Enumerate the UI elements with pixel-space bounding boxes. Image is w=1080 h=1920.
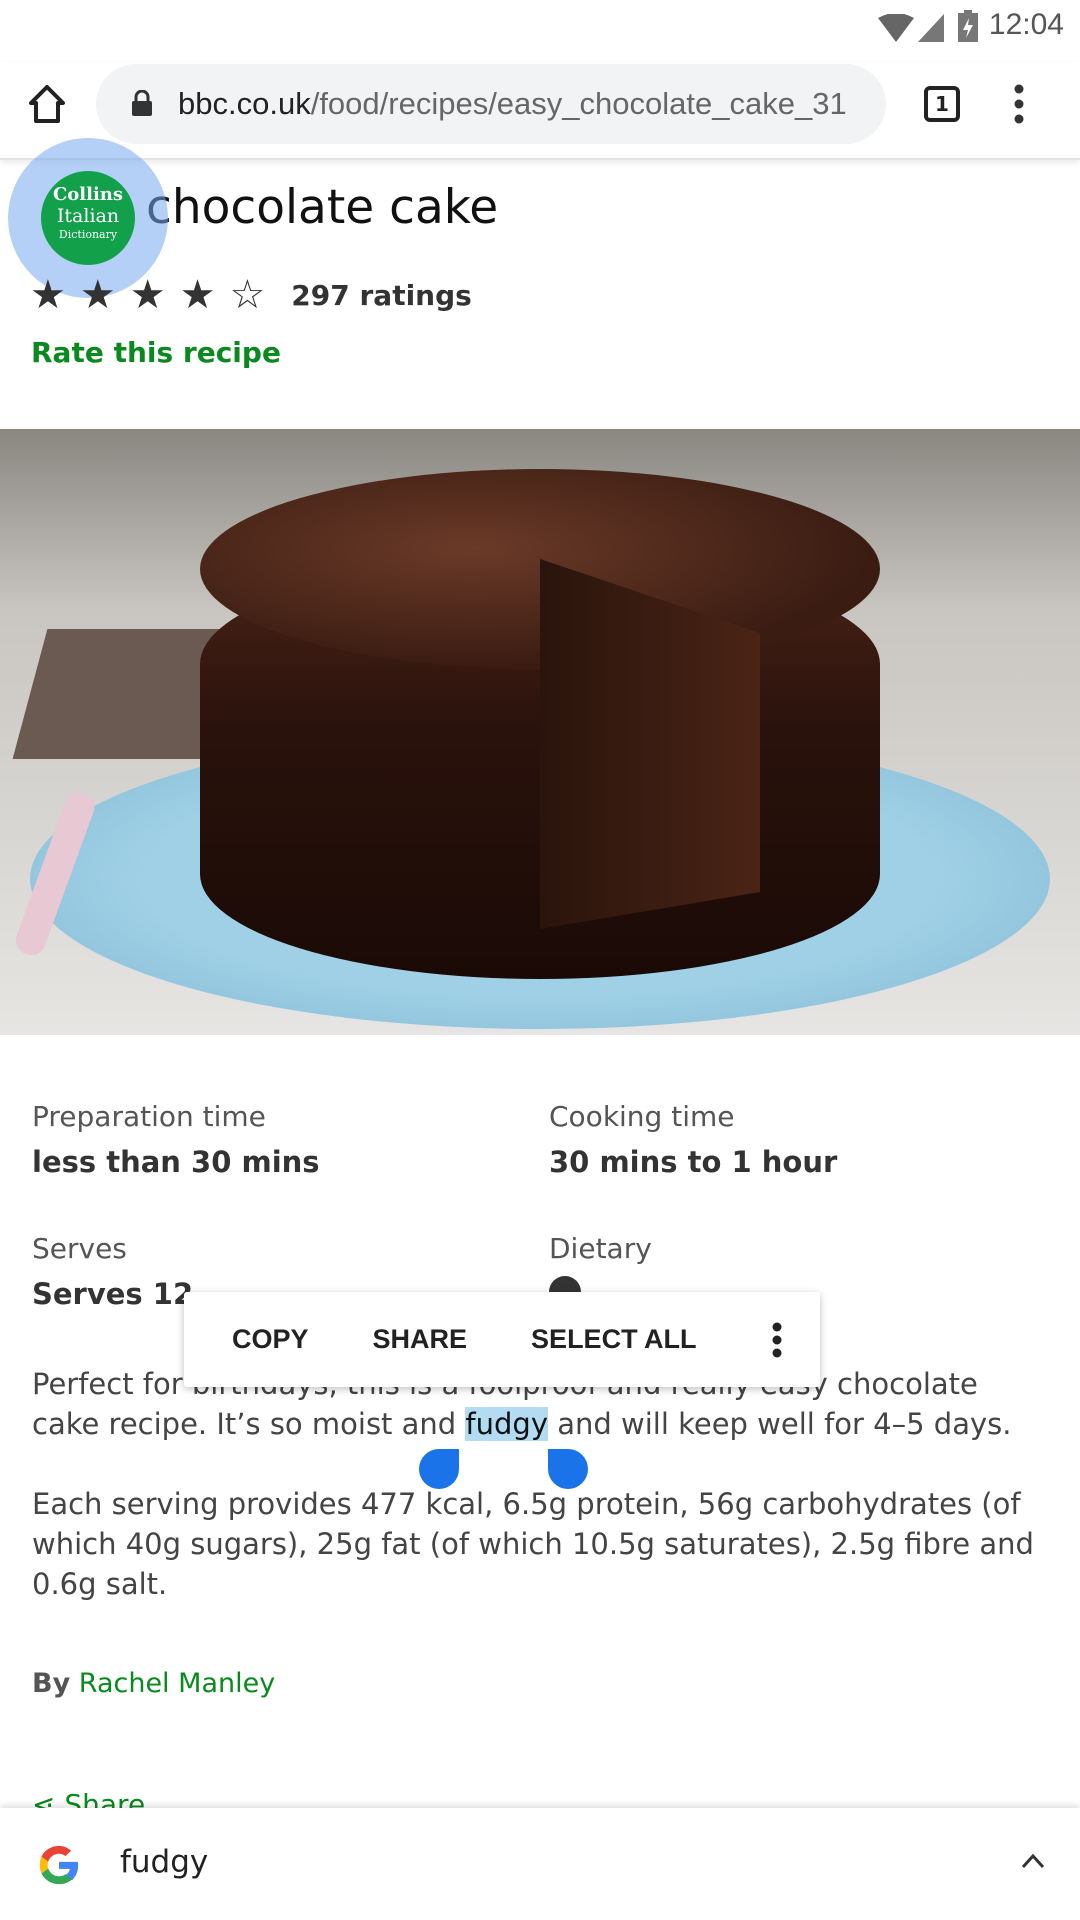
- select-all-button[interactable]: SELECT ALL: [531, 1324, 697, 1355]
- search-query: fudgy: [120, 1844, 209, 1880]
- google-logo-icon: [39, 1845, 79, 1885]
- text-selection-menu: COPY SHARE SELECT ALL: [184, 1292, 820, 1387]
- nutrition-line: 0.6g salt.: [32, 1567, 168, 1601]
- nutrition-line: Each serving provides 477 kcal, 6.5g pro…: [32, 1487, 1021, 1521]
- battery-charging-icon: [958, 10, 978, 42]
- star-filled-icon: ★: [30, 272, 66, 318]
- selected-text[interactable]: fudgy: [465, 1407, 548, 1441]
- description-line: cake recipe. It’s so moist and fudgy and…: [32, 1407, 1012, 1441]
- signal-icon: [918, 14, 944, 42]
- cook-time-label: Cooking time: [549, 1100, 735, 1133]
- address-bar[interactable]: bbc.co.uk/food/recipes/easy_chocolate_ca…: [96, 64, 886, 144]
- browser-toolbar: bbc.co.uk/food/recipes/easy_chocolate_ca…: [0, 62, 1080, 160]
- collins-logo: Collins Italian Dictionary: [41, 171, 135, 265]
- star-filled-icon: ★: [179, 272, 216, 318]
- star-rating: ★ ★ ★ ★ ☆ 297 ratings: [30, 272, 472, 318]
- prep-time-label: Preparation time: [32, 1100, 266, 1133]
- more-options-icon[interactable]: [771, 1322, 783, 1358]
- star-filled-icon: ★: [79, 272, 116, 318]
- lock-icon: [132, 90, 152, 116]
- cake-photo: [0, 429, 1080, 1035]
- star-filled-icon: ★: [129, 272, 166, 318]
- share-button[interactable]: SHARE: [373, 1324, 468, 1355]
- serves-value: Serves 12: [32, 1277, 194, 1311]
- prep-time-value: less than 30 mins: [32, 1145, 320, 1179]
- copy-button[interactable]: COPY: [232, 1324, 309, 1355]
- rate-recipe-link[interactable]: Rate this recipe: [31, 336, 281, 369]
- url-domain: bbc.co.uk: [178, 86, 311, 121]
- star-empty-icon: ☆: [229, 272, 266, 318]
- tab-switcher-button[interactable]: 1: [924, 86, 960, 122]
- ratings-count: 297 ratings: [291, 278, 472, 312]
- chevron-up-icon[interactable]: [1020, 1852, 1046, 1870]
- cook-time-value: 30 mins to 1 hour: [549, 1145, 838, 1179]
- more-options-icon[interactable]: [1013, 84, 1025, 124]
- nutrition-line: which 40g sugars), 25g fat (of which 10.…: [32, 1527, 1034, 1561]
- home-icon[interactable]: [28, 84, 66, 124]
- serves-label: Serves: [32, 1232, 127, 1265]
- dietary-label: Dietary: [549, 1232, 652, 1265]
- status-bar: 12:04: [0, 0, 1080, 62]
- clock: 12:04: [988, 8, 1064, 41]
- author-line: By Rachel Manley: [32, 1668, 276, 1699]
- wifi-icon: [878, 14, 914, 42]
- url-path: /food/recipes/easy_chocolate_cake_31: [310, 86, 847, 121]
- selection-handle-start[interactable]: [419, 1449, 459, 1489]
- author-link[interactable]: Rachel Manley: [79, 1668, 275, 1699]
- selection-handle-end[interactable]: [548, 1449, 588, 1489]
- contextual-search-bar[interactable]: fudgy: [0, 1808, 1080, 1920]
